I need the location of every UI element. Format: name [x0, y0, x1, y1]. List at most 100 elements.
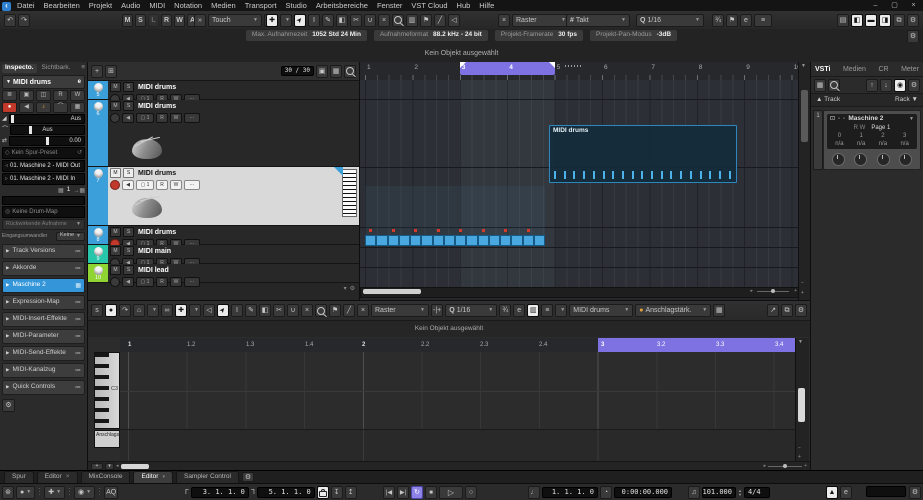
add-instrument-icon[interactable]: ▦ [814, 79, 826, 92]
solo-button[interactable]: S [123, 101, 134, 111]
zoom-tool[interactable] [315, 304, 327, 317]
inspector-section-maschine-2[interactable]: ▶Maschine 2▦ [2, 278, 85, 293]
editor-open-full-icon[interactable]: ↗ [767, 304, 779, 317]
editor-link-icon[interactable]: ∞ [161, 304, 173, 317]
editor-quantize-refresh-icon[interactable]: e [513, 304, 525, 317]
add-controller-lane-button[interactable]: + [91, 463, 103, 470]
editor-hzoom-plus-icon[interactable]: + [804, 464, 807, 469]
channel-grid-icon[interactable]: ▦ [58, 188, 64, 194]
editor-window-icon[interactable]: ⧉ [781, 304, 793, 317]
arrange-v-scrollbar[interactable]: ▼ − + [798, 62, 810, 300]
v-scroll-thumb[interactable] [801, 90, 808, 142]
tab-caret-icon[interactable]: ▾ [162, 475, 165, 480]
mini-midi-part[interactable] [421, 235, 432, 246]
tab-visibility[interactable]: Sichtbark. [39, 64, 74, 73]
menu-projekt[interactable]: Projekt [89, 2, 112, 10]
object-selection-tool[interactable]: ➤ [294, 14, 306, 27]
left-zone-toggle[interactable]: ◧ [851, 14, 863, 27]
position-format-icon[interactable]: ♩ [528, 486, 540, 499]
mute-button[interactable]: M [110, 101, 121, 111]
stop-button[interactable]: ■ [425, 486, 437, 499]
midi-channel-box[interactable]: ▢ 1 [136, 113, 154, 123]
time-warp-tool[interactable]: ⚑ [329, 304, 341, 317]
track-mini-keyboard[interactable] [342, 169, 357, 217]
menu-medien[interactable]: Medien [211, 2, 236, 10]
play-button[interactable]: ▷ [439, 486, 463, 499]
close-button[interactable]: × [904, 0, 923, 11]
track-row-midi-drums-6[interactable]: 6MSMIDI drums◀▢ 1RW⋯ [88, 100, 359, 167]
arrange-lanes[interactable]: MIDI drums [360, 80, 798, 288]
cycle-region[interactable] [460, 62, 555, 75]
lock-punch-icon[interactable] [317, 486, 329, 499]
editor-feedback-icon[interactable]: ↷ [119, 304, 131, 317]
track-grid-icon[interactable]: ▦ [330, 65, 342, 78]
time-format-icon[interactable]: ◔ [600, 486, 612, 499]
rack-search-icon[interactable] [828, 79, 840, 92]
play-tool[interactable]: ◁ [448, 14, 460, 27]
quantize-refresh-icon[interactable]: e [740, 14, 752, 27]
midi-note-icon[interactable]: ♪ [36, 102, 51, 113]
input-transformer-select[interactable]: Keine▼ [56, 232, 85, 241]
list-icon[interactable]: ≣ [2, 90, 17, 101]
time-warp-tool[interactable]: ⚑ [420, 14, 432, 27]
line-tool[interactable]: ╱ [434, 14, 446, 27]
glue-tool[interactable]: ∪ [287, 304, 299, 317]
editor-v-scrollbar[interactable]: ▼ − + [795, 338, 809, 463]
zoom-tool[interactable] [392, 14, 404, 27]
editor-settings-gear-icon[interactable]: ⚙ [795, 304, 807, 317]
mute-button[interactable]: M [110, 265, 121, 275]
automation-mode-select[interactable]: Touch▼ [208, 14, 262, 27]
ruler-filter-icon[interactable]: ▼ [801, 64, 806, 69]
read-automation-button[interactable]: R [156, 113, 168, 123]
menu-datei[interactable]: Datei [17, 2, 35, 10]
quantize-select[interactable]: Q1/16▼ [636, 14, 704, 27]
solo-button[interactable]: S [123, 168, 134, 178]
move-down-icon[interactable]: ↓ [880, 79, 892, 92]
editor-record-in-editor-button[interactable]: ● [105, 304, 117, 317]
mini-midi-part[interactable] [455, 235, 466, 246]
mini-midi-part[interactable] [466, 235, 477, 246]
track-row-midi-main-9[interactable]: 9MSMIDI main◀▢ 1RW⋯ [88, 245, 359, 264]
controller-lane-label[interactable]: Anschlagstär. [94, 430, 120, 448]
editor-autoscroll-caret[interactable]: ▼ [189, 304, 201, 317]
read-icon[interactable]: R [53, 90, 68, 101]
inspector-section-track-versions[interactable]: ▶Track Versions≔ [2, 244, 85, 259]
workspace-icon[interactable]: ▤ [837, 14, 849, 27]
write-automation-button[interactable]: W [170, 113, 182, 123]
editor-v-thumb[interactable] [798, 388, 805, 422]
lower-zone-gear-icon[interactable]: ⚙ [242, 472, 254, 482]
retro-record-label[interactable]: Rückwirkende Aufnahme [6, 222, 67, 228]
tab-sampler-control-4[interactable]: Sampler Control [176, 471, 239, 483]
go-to-end-button[interactable]: ▶| [397, 486, 409, 499]
tab-spur-0[interactable]: Spur [4, 471, 34, 483]
editor-vzoom-minus-icon[interactable]: − [798, 446, 801, 451]
monitor-button[interactable]: ◀ [122, 113, 134, 123]
inspector-section-quick-controls[interactable]: ▶Quick Controls≔ [2, 380, 85, 395]
time-icon[interactable]: ◫ [36, 90, 51, 101]
editor-vzoom-plus-icon[interactable]: + [798, 455, 801, 460]
midi-channel-value[interactable]: 1 [67, 187, 71, 194]
editor-raster-select[interactable]: Raster▼ [371, 304, 429, 317]
read-automation-button[interactable]: R [156, 277, 168, 287]
mini-midi-part[interactable] [500, 235, 511, 246]
device-edit-icon[interactable]: ⊡ [830, 116, 835, 122]
track-row-midi-drums-5[interactable]: 5MSMIDI drums◀▢ 1RW⋯ [88, 81, 359, 100]
mini-midi-part[interactable] [399, 235, 410, 246]
inspector-section-akkorde[interactable]: ▶Akkorde≔ [2, 261, 85, 276]
controller-lane[interactable] [120, 430, 795, 463]
editor-hscroll-left-icon[interactable]: ◂ [116, 464, 119, 469]
editor-ruler-filter-icon[interactable]: ▼ [798, 340, 803, 345]
right-tab-vsti[interactable]: VSTi [815, 66, 830, 73]
mini-midi-part[interactable] [489, 235, 500, 246]
inspector-settings-gear-icon[interactable]: ⚙ [2, 399, 15, 412]
quantize-panel-icon[interactable]: ≡ [754, 14, 772, 27]
add-track-button[interactable]: + [91, 65, 103, 78]
editor-ruler[interactable]: 11.21.31.422.22.32.433.23.33.4 [120, 338, 795, 353]
menu-audio[interactable]: Audio [121, 2, 140, 10]
volume-slider[interactable]: Aus [9, 114, 85, 124]
automation-r-button[interactable]: R [161, 14, 172, 27]
device-knob[interactable] [854, 153, 867, 166]
raster-select[interactable]: Raster▼ [512, 14, 570, 27]
cycle-record-mode-select[interactable]: ◉▼ [74, 486, 95, 499]
rack-sort-button[interactable]: Rack ▼ [895, 97, 918, 104]
